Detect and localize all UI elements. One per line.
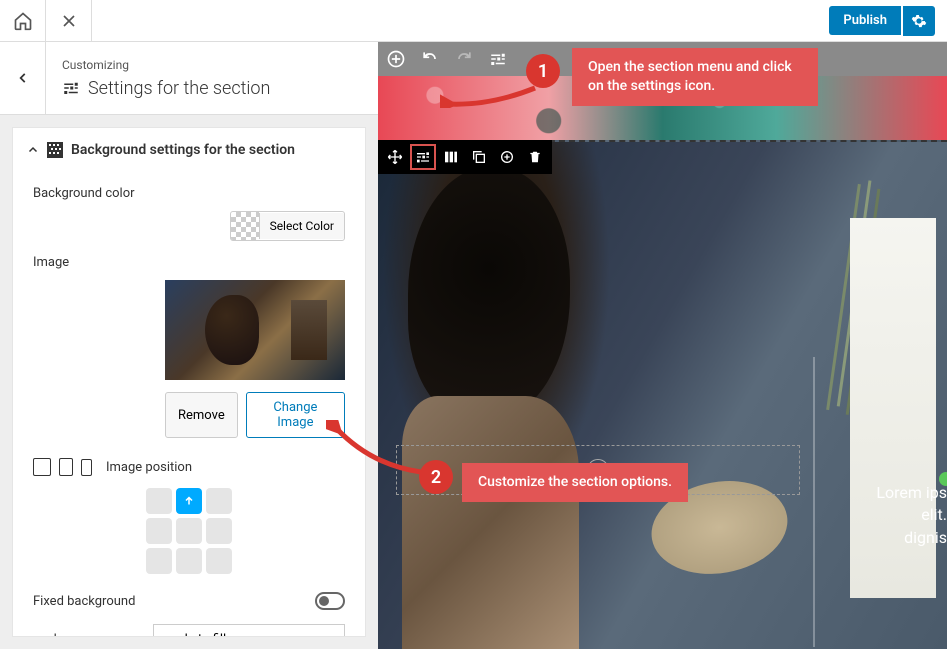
pos-bot-center[interactable] [176,548,202,574]
fixed-bg-label: Fixed background [33,594,135,609]
image-thumbnail[interactable] [165,280,345,380]
position-grid [146,488,232,574]
pos-mid-left[interactable] [146,518,172,544]
color-swatch [231,212,259,240]
delete-section-button[interactable] [522,144,548,170]
chevron-up-icon [27,144,39,156]
section-settings-button[interactable] [410,144,436,170]
publish-button[interactable]: Publish [829,6,901,35]
device-desktop-icon[interactable] [33,458,51,476]
top-bar: Publish [0,0,947,42]
columns-button[interactable] [438,144,464,170]
pos-bot-right[interactable] [206,548,232,574]
resize-handle[interactable] [939,472,947,486]
breadcrumb: Customizing [62,58,270,72]
remove-image-button[interactable]: Remove [165,392,238,438]
undo-button[interactable] [418,47,442,71]
back-button[interactable] [0,42,46,114]
customizer-sidebar: Customizing Settings for the section Bac… [0,42,378,649]
close-button[interactable] [46,0,92,41]
image-label: Image [33,255,345,270]
section-toolbar [378,140,552,174]
image-position-label: Image position [106,460,192,475]
scale-select[interactable]: scale to fill [153,624,345,637]
placeholder-text: Lorem ips elit. dignis [876,482,947,549]
color-picker[interactable]: Select Color [230,211,345,241]
page-title: Settings for the section [62,78,270,99]
canvas-settings-button[interactable] [486,47,510,71]
pos-mid-center[interactable] [176,518,202,544]
pos-top-center[interactable] [176,488,202,514]
preview-canvas: + Lorem ips elit. dignis [378,42,947,649]
device-mobile-icon[interactable] [81,459,92,476]
pattern-icon [47,142,63,158]
add-block-button[interactable] [384,47,408,71]
sliders-icon [62,79,80,97]
arrow-up-icon [183,495,195,507]
arrow-1 [440,78,540,108]
pos-bot-left[interactable] [146,548,172,574]
settings-panel: Background settings for the section Back… [12,127,366,637]
panel-heading[interactable]: Background settings for the section [13,128,365,172]
add-section-button[interactable] [494,144,520,170]
redo-button[interactable] [452,47,476,71]
bg-color-label: Background color [33,186,345,201]
home-button[interactable] [0,0,46,41]
arrow-2 [326,420,426,480]
move-section-button[interactable] [382,144,408,170]
select-color-button[interactable]: Select Color [259,213,344,239]
hero-section[interactable]: + Lorem ips elit. dignis [378,140,947,649]
fixed-bg-toggle[interactable] [315,592,345,610]
pos-top-left[interactable] [146,488,172,514]
callout-2: Customize the section options. [462,463,688,502]
publish-settings-button[interactable] [903,6,935,36]
pos-mid-right[interactable] [206,518,232,544]
callout-1: Open the section menu and click on the s… [572,48,818,106]
scale-label: scale [33,632,143,637]
pos-top-right[interactable] [206,488,232,514]
duplicate-button[interactable] [466,144,492,170]
device-tablet-icon[interactable] [59,458,73,476]
